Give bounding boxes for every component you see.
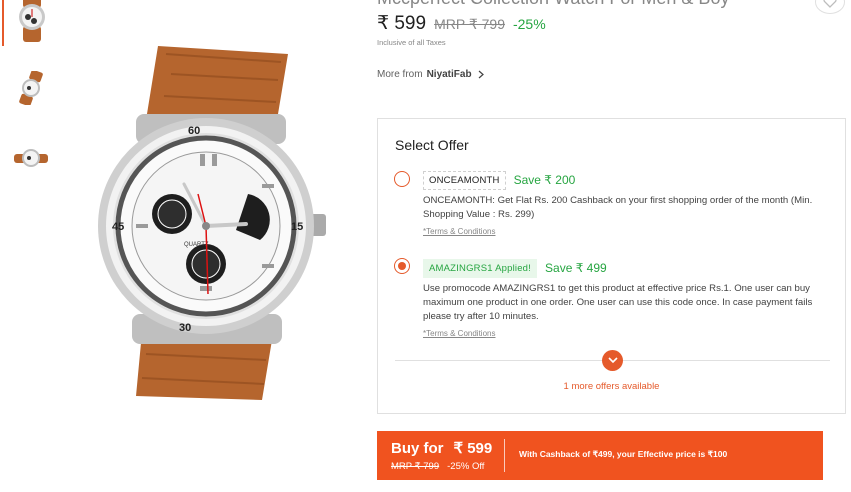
offer-terms-link[interactable]: *Terms & Conditions (423, 227, 823, 236)
svg-text:60: 60 (188, 125, 200, 137)
chevron-down-icon (607, 357, 618, 364)
offer-save: Save ₹ 200 (513, 173, 576, 187)
offer-panel: Select Offer ONCEAMONTH Save ₹ 200 ONCEA… (377, 118, 846, 414)
svg-text:30: 30 (179, 322, 191, 334)
thumbnail-2[interactable] (2, 66, 60, 110)
seller-name: NiyatiFab (426, 69, 472, 80)
offer-radio-1[interactable] (394, 171, 410, 187)
chevron-right-icon (478, 70, 484, 79)
offer-panel-title: Select Offer (395, 137, 469, 153)
buy-button[interactable]: Buy for ₹ 599 MRP ₹ 799 -25% Off With Ca… (377, 431, 823, 480)
offer-item-2[interactable]: AMAZINGRS1 Applied! Save ₹ 499 Use promo… (423, 258, 823, 338)
buy-discount: -25% Off (447, 461, 485, 472)
taxes-note: Inclusive of all Taxes (377, 38, 446, 47)
product-image: 60 30 15 45 QUARTZ (98, 46, 326, 400)
offer-terms-link[interactable]: *Terms & Conditions (423, 329, 823, 338)
cashback-text: With Cashback of ₹499, your Effective pr… (519, 449, 728, 459)
thumbnail-1[interactable] (2, 0, 60, 46)
svg-text:15: 15 (291, 221, 303, 233)
expand-offers-button[interactable] (602, 350, 623, 371)
wishlist-button[interactable] (815, 0, 845, 14)
heart-icon (823, 0, 837, 8)
offer-code-applied: AMAZINGRS1 Applied! (423, 258, 538, 278)
offer-save: Save ₹ 499 (545, 261, 607, 275)
mrp-price: MRP ₹ 799 (434, 16, 505, 32)
watch-thumbnail-icon (14, 149, 48, 167)
svg-text:45: 45 (112, 221, 124, 233)
more-offers-link[interactable]: 1 more offers available (378, 381, 845, 392)
more-from-label: More from (377, 69, 423, 80)
offer-radio-2[interactable] (394, 258, 410, 274)
buy-separator (504, 439, 505, 472)
price-row: ₹ 599 MRP ₹ 799 -25% (377, 12, 546, 35)
offer-description: ONCEAMONTH: Get Flat Rs. 200 Cashback on… (423, 195, 813, 220)
more-from-seller-link[interactable]: More from NiyatiFab (377, 69, 484, 80)
buy-price: ₹ 599 (453, 440, 493, 457)
watch-thumbnail-icon (19, 71, 43, 105)
offer-item-1[interactable]: ONCEAMONTH Save ₹ 200 ONCEAMONTH: Get Fl… (423, 170, 823, 236)
thumbnail-3[interactable] (2, 138, 60, 178)
svg-text:QUARTZ: QUARTZ (184, 242, 209, 248)
selling-price: ₹ 599 (377, 13, 427, 34)
product-title: Mccperfect Collection Watch For Men & Bo… (377, 0, 729, 9)
buy-label: Buy for (391, 440, 444, 457)
offer-code: ONCEAMONTH (423, 170, 506, 190)
discount-percent: -25% (512, 16, 546, 32)
watch-thumbnail-icon (19, 0, 45, 42)
offer-description: Use promocode AMAZINGRS1 to get this pro… (423, 283, 813, 322)
buy-mrp: MRP ₹ 799 (391, 461, 440, 472)
